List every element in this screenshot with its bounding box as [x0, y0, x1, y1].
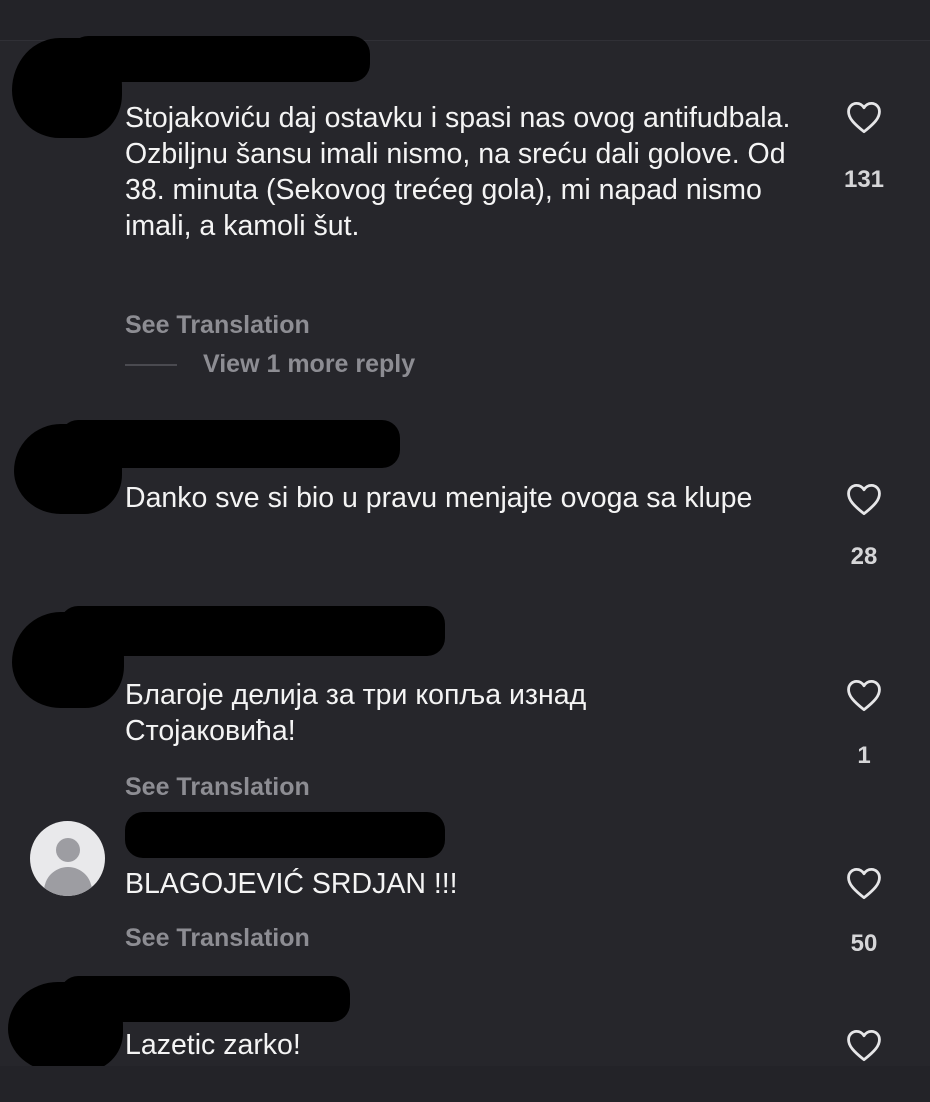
like-count: 50 — [850, 930, 878, 957]
like-count: 1 — [857, 742, 871, 769]
like-button[interactable] — [840, 100, 888, 134]
comment-text: Lazetic zarko! — [125, 1029, 301, 1061]
redacted-username — [60, 976, 350, 1022]
avatar-head — [56, 838, 80, 862]
comment-text: Danko sve si bio u pravu menjajte ovoga … — [125, 482, 753, 514]
like-button[interactable] — [840, 1028, 888, 1062]
heart-outline-icon — [847, 102, 881, 134]
like-button[interactable] — [840, 866, 888, 900]
redacted-username — [60, 420, 400, 468]
see-translation-link[interactable]: See Translation — [125, 311, 310, 340]
reply-divider-line — [125, 363, 177, 366]
bottom-bar — [0, 1066, 930, 1102]
heart-outline-icon — [847, 484, 881, 516]
heart-outline-icon — [847, 680, 881, 712]
redacted-username — [125, 812, 445, 858]
like-count: 131 — [843, 166, 885, 193]
see-translation-link[interactable]: See Translation — [125, 924, 310, 953]
avatar-shoulders — [44, 867, 92, 896]
comment-text: Stojakoviću daj ostavku i spasi nas ovog… — [125, 102, 799, 242]
view-replies-link[interactable]: View 1 more reply — [125, 350, 415, 379]
comment-text: BLAGOJEVIĆ SRDJAN !!! — [125, 868, 458, 900]
redacted-username — [60, 606, 445, 656]
default-avatar-icon[interactable] — [30, 821, 105, 896]
like-button[interactable] — [840, 482, 888, 516]
top-bar — [0, 0, 930, 41]
heart-outline-icon — [847, 868, 881, 900]
heart-outline-icon — [847, 1030, 881, 1062]
comment-text: Благоје делија за три копља изнад Стојак… — [125, 679, 595, 747]
like-count: 28 — [850, 543, 878, 570]
redacted-username — [70, 36, 370, 82]
like-button[interactable] — [840, 678, 888, 712]
see-translation-link[interactable]: See Translation — [125, 773, 310, 802]
view-replies-label: View 1 more reply — [203, 350, 416, 378]
